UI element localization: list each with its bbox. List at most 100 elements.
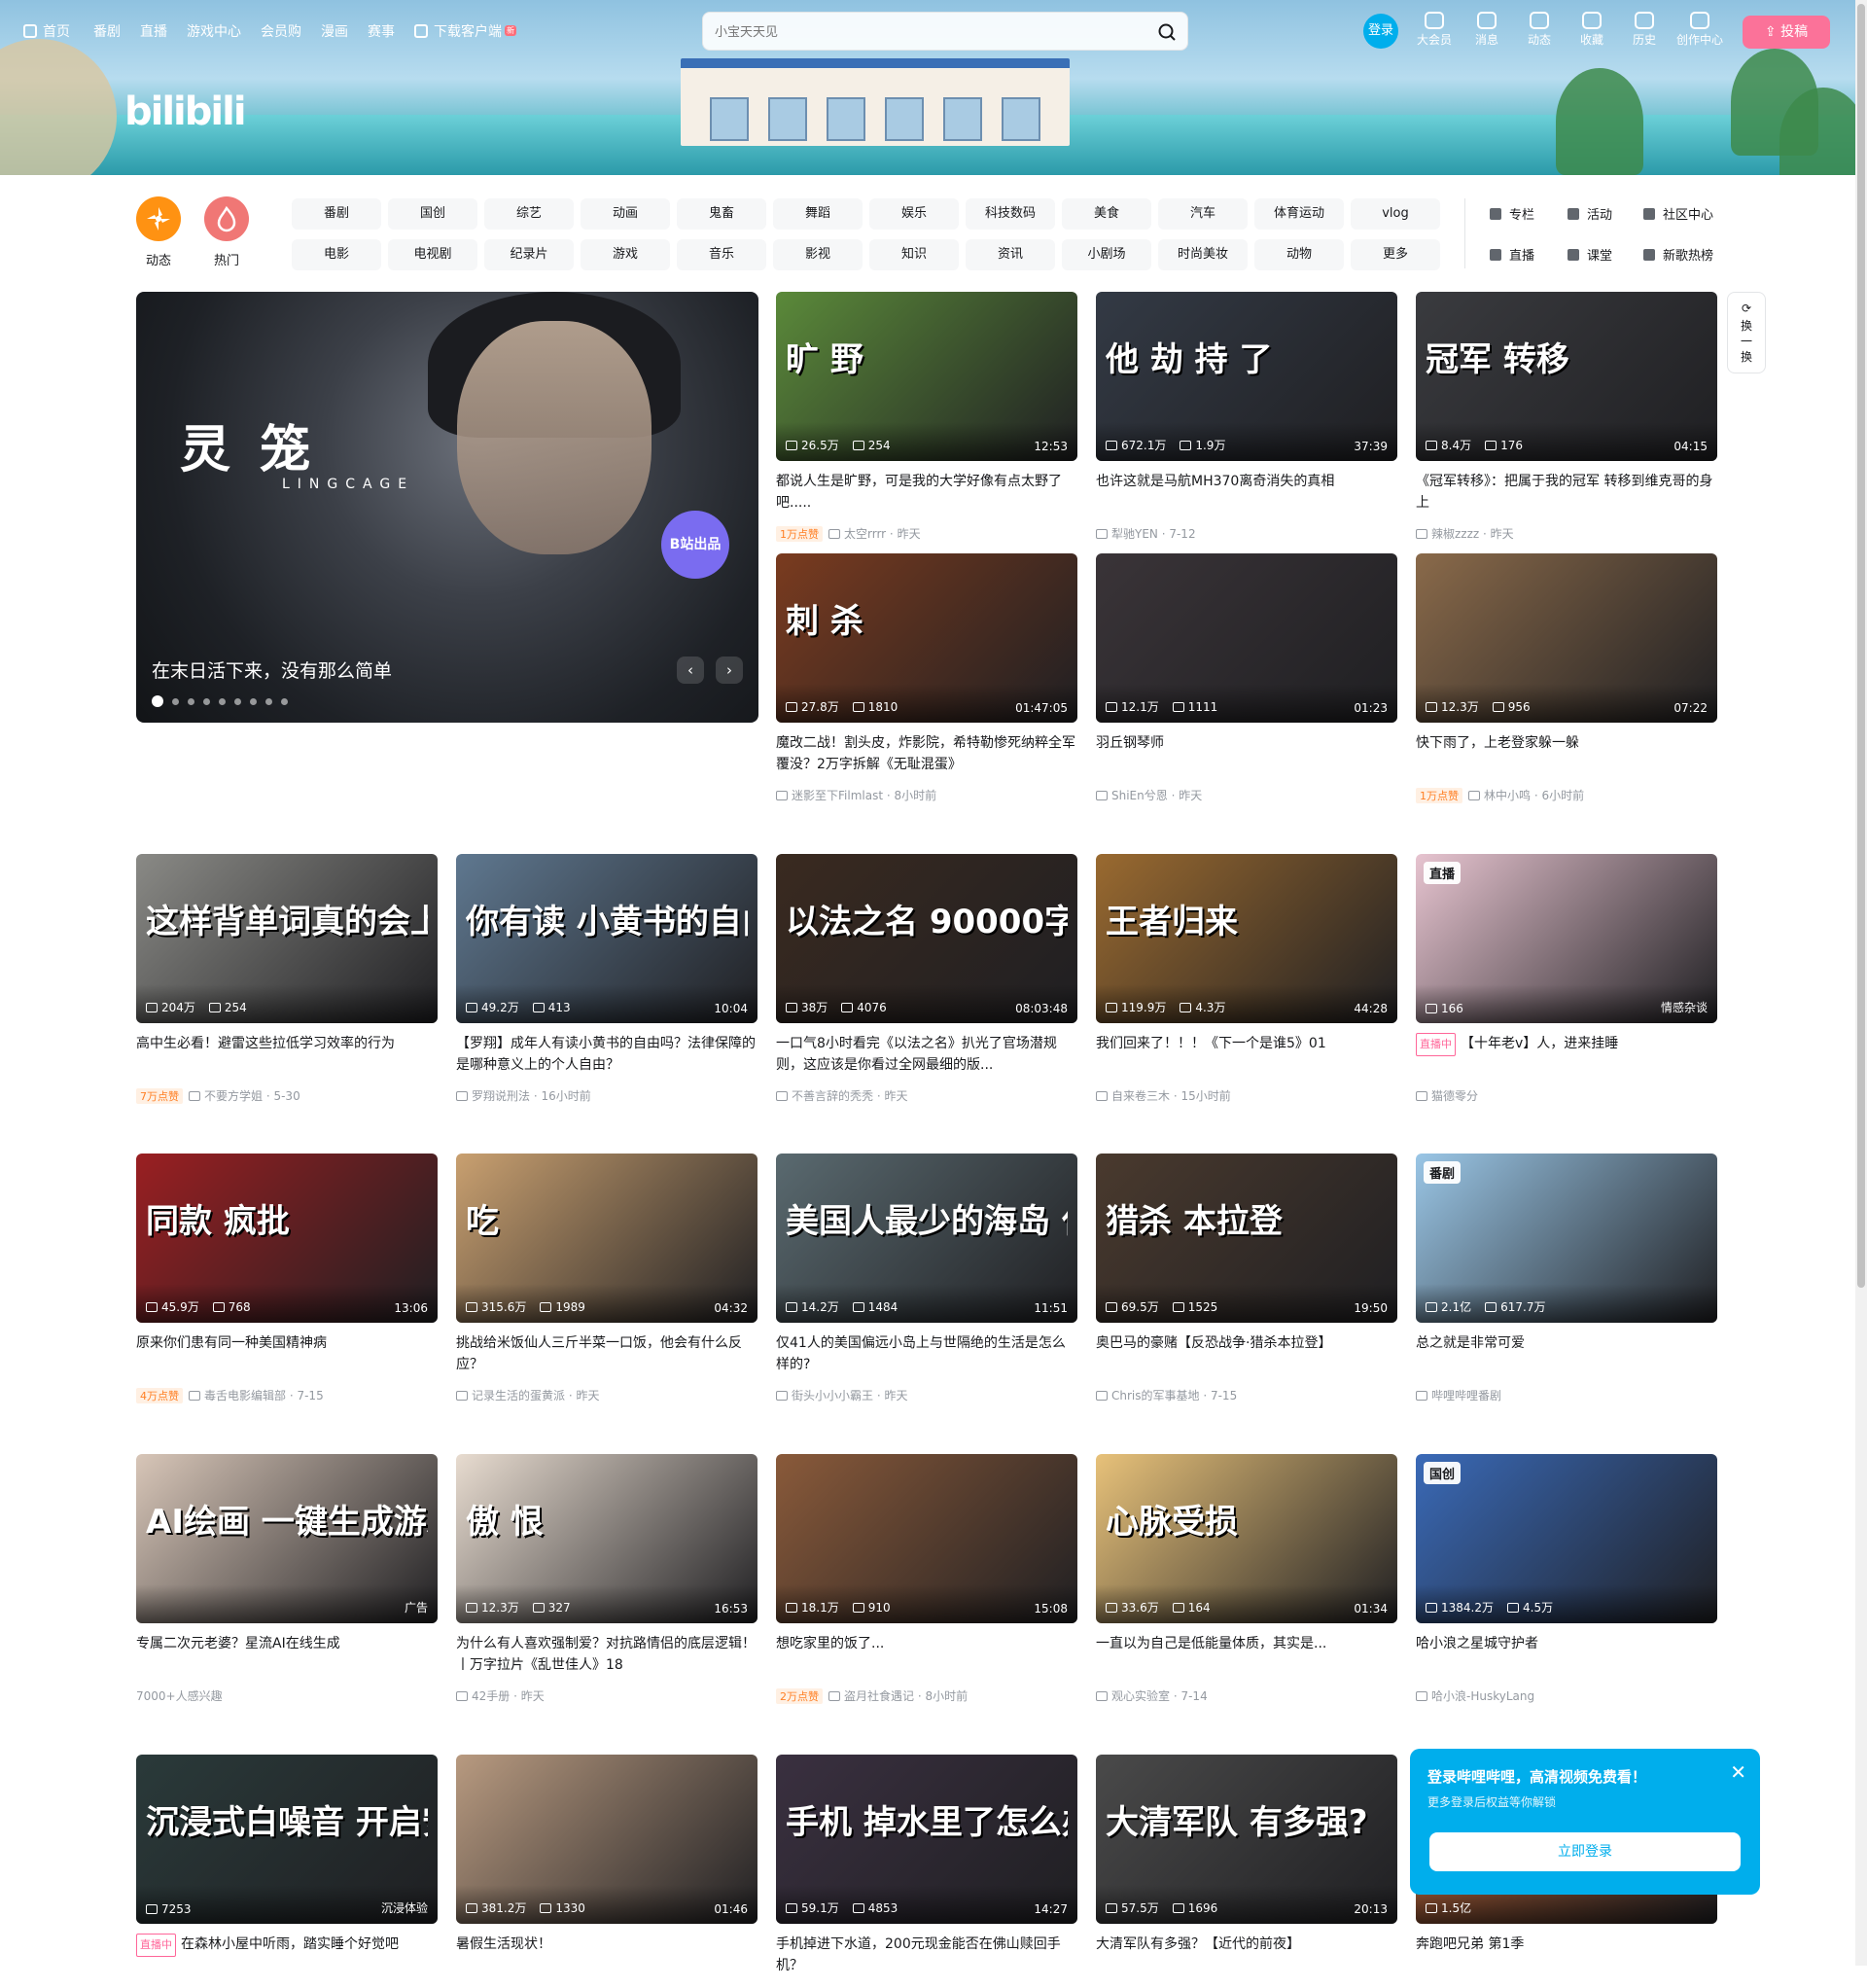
uploader-name[interactable]: 犁驰YEN bbox=[1111, 527, 1158, 541]
video-title[interactable]: 大清军队有多强？【近代的前夜】 bbox=[1096, 1934, 1397, 1976]
video-title[interactable]: 我们回来了！！！《下一个是谁5》01 bbox=[1096, 1033, 1397, 1076]
video-title[interactable]: 专属二次元老婆？星流AI在线生成 bbox=[136, 1633, 438, 1676]
uploader-name[interactable]: 7000+人感兴趣 bbox=[136, 1689, 223, 1703]
video-thumbnail[interactable]: 心脉受损 33.6万 164 01:34 bbox=[1096, 1454, 1397, 1623]
video-thumbnail[interactable]: 以法之名 90000字 38万 4076 08:03:48 bbox=[776, 854, 1077, 1023]
upload-button[interactable]: ⇪ 投稿 bbox=[1743, 16, 1830, 49]
video-card[interactable]: 12.1万 1111 01:23 羽丘钢琴师 ShiEn兮恩 · 昨天 bbox=[1096, 553, 1397, 803]
video-card[interactable]: 吃 315.6万 1989 04:32 挑战给米饭仙人三斤半菜一口饭，他会有什么反应？ 记… bbox=[456, 1154, 757, 1403]
channel-dynamic-button[interactable] bbox=[136, 196, 181, 241]
video-card[interactable]: 手机 掉水里了怎么办? 59.1万 4853 14:27 手机掉进下水道，200元现金能… bbox=[776, 1755, 1077, 1988]
video-card[interactable]: 傲 恨 12.3万 327 16:53 为什么有人喜欢强制爱？对抗路情侣的底层逻辑！丨万… bbox=[456, 1454, 757, 1704]
video-title[interactable]: 也许这就是马航MH370离奇消失的真相 bbox=[1096, 471, 1397, 514]
channel-tag[interactable]: 音乐 bbox=[677, 239, 766, 270]
side-link-live[interactable]: 直播 bbox=[1490, 245, 1534, 264]
video-thumbnail[interactable]: 他 劫 持 了 672.1万 1.9万 37:39 bbox=[1096, 292, 1397, 461]
video-title[interactable]: 都说人生是旷野，可是我的大学好像有点太野了吧..... bbox=[776, 471, 1077, 514]
video-thumbnail[interactable]: 手机 掉水里了怎么办? 59.1万 4853 14:27 bbox=[776, 1755, 1077, 1924]
video-title[interactable]: 为什么有人喜欢强制爱？对抗路情侣的底层逻辑！丨万字拉片《乱世佳人》18 bbox=[456, 1633, 757, 1676]
channel-tag[interactable]: 美食 bbox=[1062, 198, 1151, 230]
carousel-dot[interactable] bbox=[234, 698, 241, 705]
channel-tag[interactable]: 动画 bbox=[581, 198, 670, 230]
nav-match[interactable]: 赛事 bbox=[368, 21, 395, 41]
carousel-dot[interactable] bbox=[281, 698, 288, 705]
channel-tag[interactable]: 游戏 bbox=[581, 239, 670, 270]
carousel-next-button[interactable]: › bbox=[716, 657, 743, 684]
channel-tag[interactable]: 电影 bbox=[292, 239, 381, 270]
video-title[interactable]: 原来你们患有同一种美国精神病 bbox=[136, 1332, 438, 1375]
uploader-name[interactable]: 辣椒zzzz bbox=[1431, 527, 1479, 541]
video-thumbnail[interactable]: 这样背单词真的会上瘾! 204万 254 bbox=[136, 854, 438, 1023]
video-title[interactable]: 高中生必看！避雷这些拉低学习效率的行为 bbox=[136, 1033, 438, 1076]
video-card[interactable]: 番剧 2.1亿 617.7万 总之就是非常可爱 哔哩哔哩番剧 bbox=[1416, 1154, 1717, 1403]
video-title[interactable]: 奔跑吧兄弟 第1季 bbox=[1416, 1934, 1717, 1976]
video-title[interactable]: 总之就是非常可爱 bbox=[1416, 1332, 1717, 1375]
nav-bangumi[interactable]: 番剧 bbox=[93, 21, 121, 41]
uploader-name[interactable]: 哈小浪-HuskyLang bbox=[1431, 1689, 1534, 1703]
channel-tag[interactable]: 国创 bbox=[388, 198, 477, 230]
uploader-name[interactable]: 不善言辞的秃秃 bbox=[792, 1089, 873, 1103]
side-link-column[interactable]: 专栏 bbox=[1490, 204, 1534, 223]
video-title[interactable]: 羽丘钢琴师 bbox=[1096, 732, 1397, 775]
nav-history[interactable]: 历史 bbox=[1620, 12, 1669, 48]
video-card[interactable]: 他 劫 持 了 672.1万 1.9万 37:39 也许这就是马航MH370离奇消失的真… bbox=[1096, 292, 1397, 542]
video-thumbnail[interactable]: 18.1万 910 15:08 bbox=[776, 1454, 1077, 1623]
uploader-name[interactable]: 观心实验室 bbox=[1111, 1689, 1170, 1703]
carousel-dots[interactable] bbox=[152, 691, 297, 709]
video-card[interactable]: 同款 疯批 45.9万 768 13:06 原来你们患有同一种美国精神病 4万点赞 毒舌电影… bbox=[136, 1154, 438, 1403]
video-title[interactable]: 《冠军转移》：把属于我的冠军 转移到维克哥的身上 bbox=[1416, 471, 1717, 514]
uploader-name[interactable]: 42手册 bbox=[472, 1689, 510, 1703]
video-title[interactable]: 一口气8小时看完《以法之名》扒光了官场潜规则，这应该是你看过全网最细的版... bbox=[776, 1033, 1077, 1076]
video-title[interactable]: 快下雨了，上老登家躲一躲 bbox=[1416, 732, 1717, 775]
channel-tag[interactable]: 时尚美妆 bbox=[1158, 239, 1248, 270]
uploader-name[interactable]: 毒舌电影编辑部 bbox=[204, 1389, 286, 1402]
nav-manga[interactable]: 漫画 bbox=[321, 21, 348, 41]
channel-tag[interactable]: 番剧 bbox=[292, 198, 381, 230]
nav-download[interactable]: 下载客户端新 bbox=[414, 21, 516, 41]
carousel-dot[interactable] bbox=[265, 698, 272, 705]
video-thumbnail[interactable]: 王者归来 119.9万 4.3万 44:28 bbox=[1096, 854, 1397, 1023]
nav-creator[interactable]: 创作中心 bbox=[1673, 12, 1727, 48]
nav-game-center[interactable]: 游戏中心 bbox=[187, 21, 241, 41]
video-title[interactable]: 哈小浪之星城守护者 bbox=[1416, 1633, 1717, 1676]
video-card[interactable]: 旷 野 26.5万 254 12:53 都说人生是旷野，可是我的大学好像有点太野了吧..… bbox=[776, 292, 1077, 542]
video-card[interactable]: 这样背单词真的会上瘾! 204万 254 高中生必看！避雷这些拉低学习效率的行为 7万点… bbox=[136, 854, 438, 1104]
video-thumbnail[interactable]: 刺 杀 27.8万 1810 01:47:05 bbox=[776, 553, 1077, 723]
video-title[interactable]: 手机掉进下水道，200元现金能否在佛山赎回手机？ bbox=[776, 1934, 1077, 1976]
video-thumbnail[interactable]: 傲 恨 12.3万 327 16:53 bbox=[456, 1454, 757, 1623]
video-thumbnail[interactable]: 吃 315.6万 1989 04:32 bbox=[456, 1154, 757, 1323]
uploader-name[interactable]: ShiEn兮恩 bbox=[1111, 789, 1168, 802]
nav-home[interactable]: 首页 bbox=[23, 21, 70, 41]
video-thumbnail[interactable]: 旷 野 26.5万 254 12:53 bbox=[776, 292, 1077, 461]
nav-live[interactable]: 直播 bbox=[140, 21, 167, 41]
channel-tag[interactable]: 小剧场 bbox=[1062, 239, 1151, 270]
video-thumbnail[interactable]: 沉浸式白噪音 开启安心睡眠 7253 沉浸体验 bbox=[136, 1755, 438, 1924]
video-title[interactable]: 直播中 在森林小屋中听雨，踏实睡个好觉吧 bbox=[136, 1934, 438, 1976]
video-card[interactable]: 18.1万 910 15:08 想吃家里的饭了... 2万点赞 盗月社食遇记 · 8小时前 bbox=[776, 1454, 1077, 1704]
video-thumbnail[interactable]: 直播 166 情感杂谈 bbox=[1416, 854, 1717, 1023]
video-card[interactable]: AI绘画 一键生成游戏角色广告专属二次元老婆？星流AI在线生成 7000+人感兴趣 bbox=[136, 1454, 438, 1704]
video-card[interactable]: 心脉受损 33.6万 164 01:34 一直以为自己是低能量体质，其实是... 观心实验… bbox=[1096, 1454, 1397, 1704]
video-title[interactable]: 魔改二战！割头皮，炸影院，希特勒惨死纳粹全军覆没？2万字拆解《无耻混蛋》 bbox=[776, 732, 1077, 775]
carousel-dot[interactable] bbox=[172, 698, 179, 705]
channel-tag[interactable]: 舞蹈 bbox=[773, 198, 863, 230]
carousel-caption[interactable]: 在末日活下来，没有那么简单 bbox=[152, 657, 392, 683]
uploader-name[interactable]: 林中小鸣 bbox=[1484, 789, 1531, 802]
video-thumbnail[interactable]: 同款 疯批 45.9万 768 13:06 bbox=[136, 1154, 438, 1323]
channel-hot-button[interactable] bbox=[204, 196, 249, 241]
video-card[interactable]: 美国人最少的海岛 仅41人! 14.2万 1484 11:51 仅41人的美国偏远小岛上… bbox=[776, 1154, 1077, 1403]
bilibili-logo[interactable]: bilibili bbox=[124, 89, 247, 138]
video-title[interactable]: 一直以为自己是低能量体质，其实是... bbox=[1096, 1633, 1397, 1676]
video-card[interactable]: 直播 166 情感杂谈 直播中 【十年老v】人，进来挂睡 猫德零分 bbox=[1416, 854, 1717, 1104]
side-link-community[interactable]: 社区中心 bbox=[1643, 204, 1713, 223]
nav-dynamic[interactable]: 动态 bbox=[1515, 12, 1564, 48]
video-thumbnail[interactable]: 你有读 小黄书的自由吗 49.2万 413 10:04 bbox=[456, 854, 757, 1023]
channel-tag[interactable]: 知识 bbox=[869, 239, 959, 270]
uploader-name[interactable]: 街头小小小霸王 bbox=[792, 1389, 873, 1402]
refresh-button[interactable]: ⟳ 换一换 bbox=[1727, 292, 1766, 373]
video-card[interactable]: 你有读 小黄书的自由吗 49.2万 413 10:04 【罗翔】成年人有读小黄书的自由吗… bbox=[456, 854, 757, 1104]
video-title[interactable]: 挑战给米饭仙人三斤半菜一口饭，他会有什么反应？ bbox=[456, 1332, 757, 1375]
video-card[interactable]: 王者归来 119.9万 4.3万 44:28 我们回来了！！！《下一个是谁5》01 自来卷… bbox=[1096, 854, 1397, 1104]
channel-tag[interactable]: 汽车 bbox=[1158, 198, 1248, 230]
uploader-name[interactable]: 自来卷三木 bbox=[1111, 1089, 1170, 1103]
